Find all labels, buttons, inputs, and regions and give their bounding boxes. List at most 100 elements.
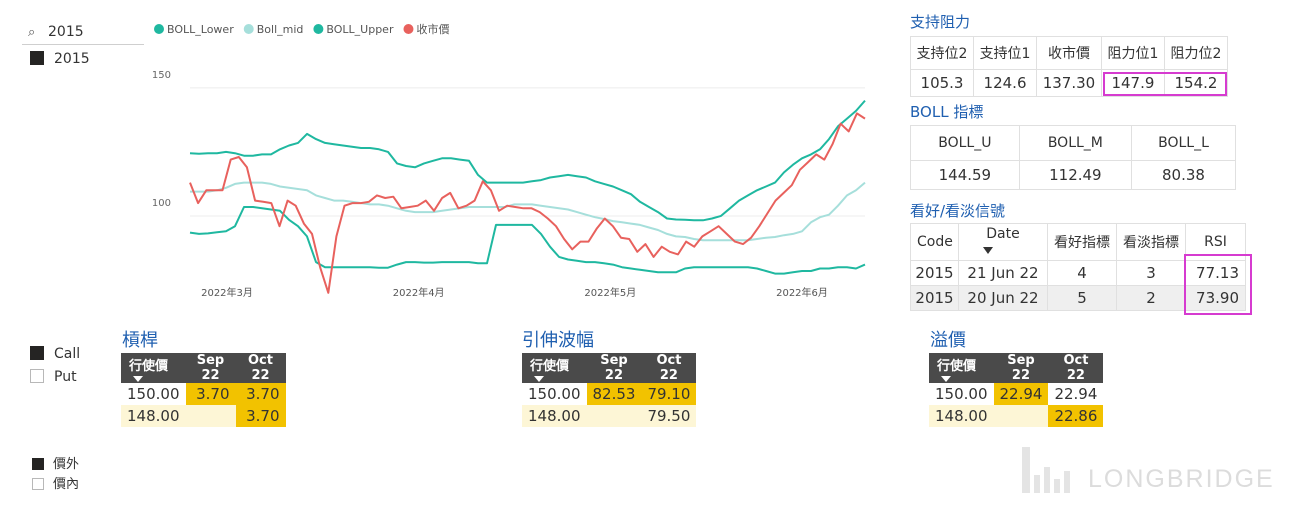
legend-marker-icon	[154, 24, 164, 34]
value-cell: 3.70	[235, 383, 286, 405]
support-header: 支持位1	[973, 36, 1038, 70]
boll-header: BOLL_L	[1131, 125, 1236, 161]
option-call-label: Call	[54, 346, 81, 362]
month-header[interactable]: Sep 22	[586, 353, 642, 383]
month-header[interactable]: Oct 22	[235, 353, 286, 383]
month-header[interactable]: Oct 22	[641, 353, 697, 383]
strike-header[interactable]: 行使價	[121, 353, 186, 383]
option-call[interactable]: Call	[30, 343, 80, 365]
premium-table: 行使價 Sep 22 Oct 22 150.00 22.94 22.94 148…	[929, 353, 1104, 427]
slicer-search-input[interactable]: ⌕ 2015	[22, 24, 144, 45]
moneyness-out[interactable]: 價外	[32, 455, 79, 475]
x-tick-label: 2022年4月	[393, 286, 445, 299]
option-put[interactable]: Put	[30, 366, 77, 388]
table-row: 148.00 3.70	[121, 405, 286, 427]
value-cell: 22.94	[1054, 385, 1098, 403]
checkbox-icon[interactable]	[30, 51, 44, 65]
signal-header-bull[interactable]: 看好指標	[1047, 223, 1117, 261]
month-header[interactable]: Sep 22	[185, 353, 236, 383]
legend-marker-icon	[313, 24, 324, 34]
implied-vol-title: 引伸波幅	[522, 330, 594, 351]
value-cell: 22.94	[993, 383, 1049, 405]
month-header[interactable]: Sep 22	[993, 353, 1049, 383]
strike-header[interactable]: 行使價	[929, 353, 994, 383]
support-value: 124.6	[973, 69, 1038, 97]
checkbox-icon[interactable]	[32, 458, 44, 470]
boll-value: 144.59	[910, 160, 1020, 190]
strike-header-label: 行使價	[937, 358, 977, 374]
series-line-Boll_mid	[190, 181, 866, 242]
value-cell: 79.50	[641, 405, 697, 427]
signal-date: 21 Jun 22	[958, 260, 1048, 286]
boll-table: BOLL_U BOLL_M BOLL_L 144.59 112.49 80.38	[910, 125, 1236, 190]
value-cell	[185, 405, 236, 427]
x-tick-label: 2022年3月	[201, 286, 253, 299]
strike-header[interactable]: 行使價	[522, 353, 587, 383]
boll-header: BOLL_U	[910, 125, 1020, 161]
y-tick-label: 150	[152, 70, 171, 81]
signal-panel-title: 看好/看淡信號	[910, 202, 1006, 220]
value-cell: 22.86	[1048, 405, 1104, 427]
sort-desc-icon[interactable]	[941, 375, 951, 382]
month-header[interactable]: Oct 22	[1048, 353, 1104, 383]
signal-code: 2015	[910, 260, 959, 286]
strike-cell: 148.00	[121, 405, 186, 427]
support-header: 收市價	[1036, 36, 1102, 70]
longbridge-watermark: LONGBRIDGE	[1020, 445, 1275, 495]
signal-code: 2015	[910, 285, 959, 311]
table-row: 148.00 22.86	[929, 405, 1104, 427]
resistance-header: 阻力位1	[1100, 36, 1165, 70]
value-cell: 3.70	[235, 405, 286, 427]
checkbox-icon[interactable]	[32, 478, 44, 490]
slicer-search-value: 2015	[48, 24, 84, 40]
support-value: 105.3	[909, 69, 975, 97]
value-cell	[993, 405, 1049, 427]
y-tick-label: 100	[152, 198, 171, 209]
sort-desc-icon[interactable]	[133, 375, 143, 382]
signal-bear: 3	[1116, 260, 1186, 286]
moneyness-in-label: 價內	[53, 477, 80, 492]
signal-date: 20 Jun 22	[958, 285, 1048, 311]
value-cell: 3.70	[185, 383, 236, 405]
legend-label: Boll_mid	[257, 23, 304, 36]
option-put-label: Put	[54, 369, 77, 385]
leverage-table: 行使價 Sep 22 Oct 22 150.00 3.70 3.70 148.0…	[121, 353, 286, 427]
moneyness-out-label: 價外	[53, 457, 80, 472]
signal-header-bear[interactable]: 看淡指標	[1116, 223, 1186, 261]
checkbox-icon[interactable]	[30, 369, 44, 383]
strike-cell: 150.00	[935, 385, 988, 403]
signal-header-date[interactable]: Date	[958, 223, 1048, 261]
table-row: 150.00 22.94 22.94	[929, 383, 1103, 405]
table-row: 148.00 79.50	[522, 405, 697, 427]
strike-cell: 150.00	[127, 385, 180, 403]
signal-bull: 5	[1047, 285, 1117, 311]
sort-desc-icon[interactable]	[983, 247, 993, 254]
signal-header-label: Date	[986, 226, 1020, 242]
boll-value: 112.49	[1018, 160, 1133, 190]
strike-cell: 150.00	[528, 385, 581, 403]
signal-bear: 2	[1116, 285, 1186, 311]
x-tick-label: 2022年6月	[776, 286, 828, 299]
slicer-item-2015[interactable]: 2015	[30, 48, 90, 70]
boll-panel-title: BOLL 指標	[910, 103, 984, 121]
strike-cell: 148.00	[929, 405, 994, 427]
signal-header-code[interactable]: Code	[910, 223, 959, 261]
longbridge-logo-icon	[1022, 447, 1070, 493]
premium-title: 溢價	[930, 330, 966, 351]
moneyness-in[interactable]: 價內	[32, 475, 79, 495]
search-icon: ⌕	[28, 25, 36, 40]
strike-cell: 148.00	[522, 405, 587, 427]
resistance-highlight	[1103, 72, 1227, 96]
legend-label: BOLL_Lower	[167, 23, 234, 36]
checkbox-icon[interactable]	[30, 346, 44, 360]
series-line-收市價	[189, 112, 866, 294]
strike-header-label: 行使價	[530, 358, 570, 374]
strike-header-label: 行使價	[129, 358, 169, 374]
support-panel-title: 支持阻力	[910, 13, 971, 31]
boll-value: 80.38	[1131, 160, 1236, 190]
support-header: 支持位2	[909, 36, 975, 70]
rsi-highlight	[1184, 254, 1252, 315]
implied-vol-table: 行使價 Sep 22 Oct 22 150.00 82.53 79.10 148…	[522, 353, 697, 427]
sort-desc-icon[interactable]	[534, 375, 544, 382]
value-cell: 82.53	[586, 383, 642, 405]
